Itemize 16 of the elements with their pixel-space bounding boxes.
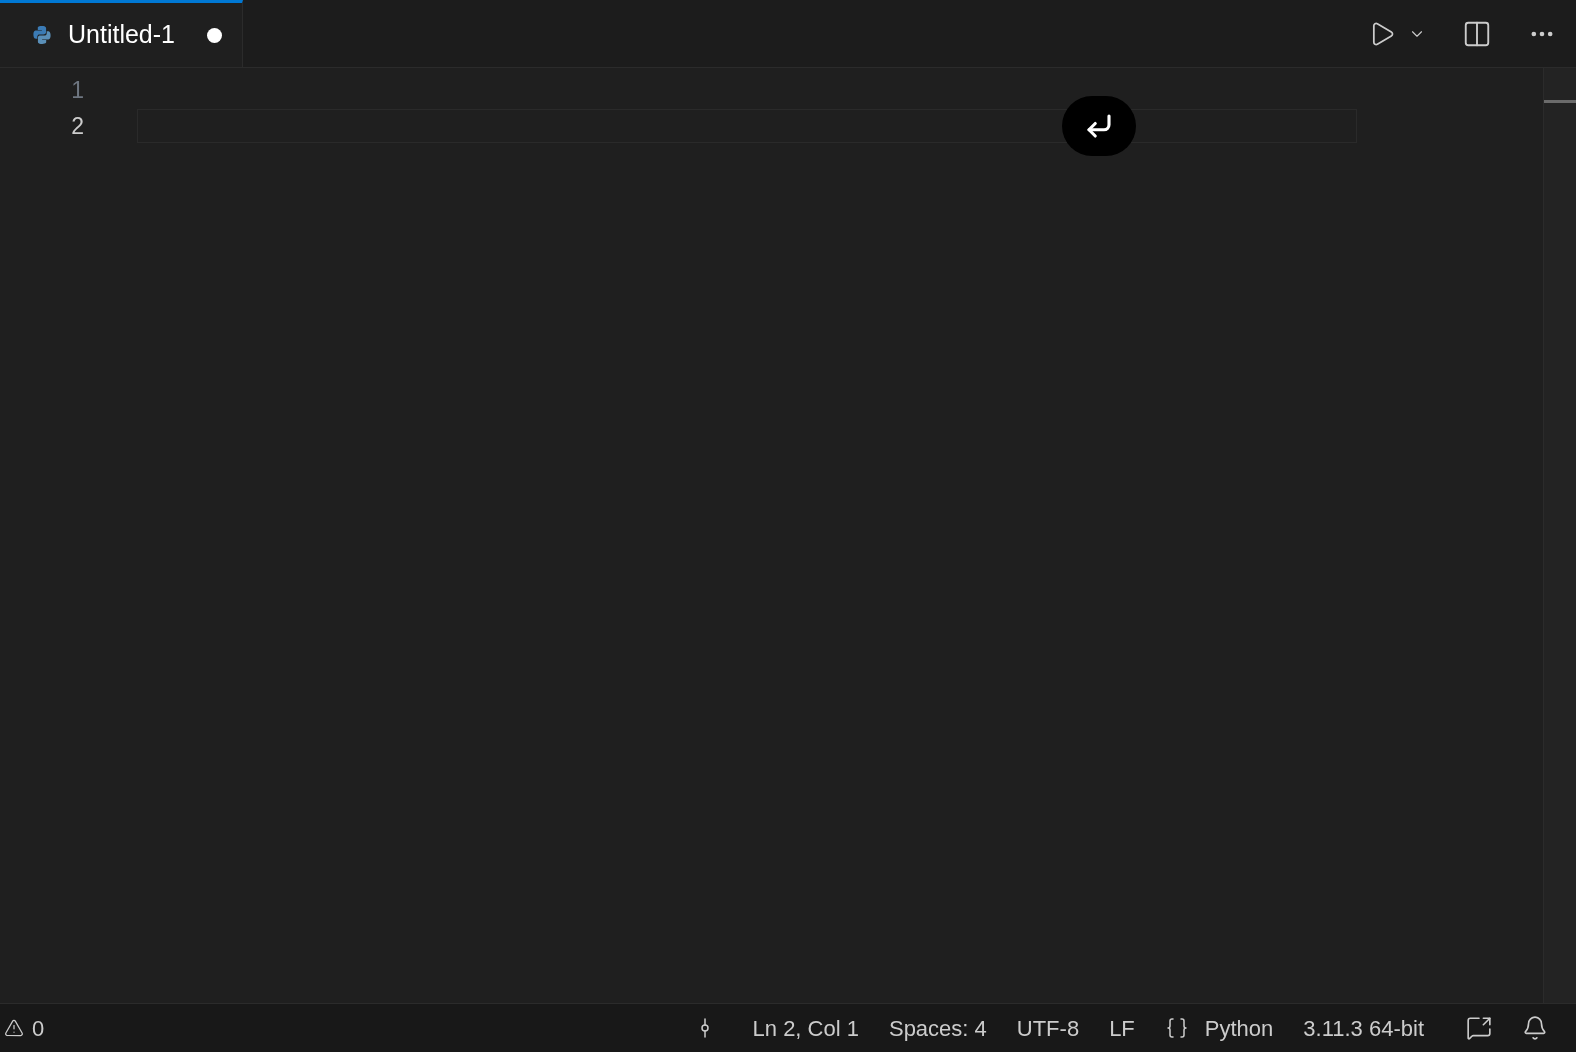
line-number: 2 [70,111,84,141]
braces-icon[interactable] [1164,1016,1189,1040]
feedback-icon[interactable] [1466,1015,1492,1041]
notification-icon[interactable] [1522,1015,1548,1041]
indentation[interactable]: Spaces: 4 [888,1011,987,1045]
language-mode[interactable]: Python [1204,1011,1274,1045]
encoding[interactable]: UTF-8 [1016,1011,1080,1045]
python-icon [32,25,52,45]
interpreter-version[interactable]: 3.11.3 64-bit [1303,1011,1424,1045]
problems-count[interactable]: 0 [32,1011,45,1045]
warning-icon[interactable] [4,1018,24,1038]
tab-label: Untitled-1 [68,19,175,51]
cursor-position[interactable]: Ln 2, Col 1 [752,1011,859,1045]
line-ending[interactable]: LF [1109,1011,1135,1045]
line-number: 1 [70,75,84,105]
editor-tab[interactable]: Untitled-1 [0,0,243,67]
